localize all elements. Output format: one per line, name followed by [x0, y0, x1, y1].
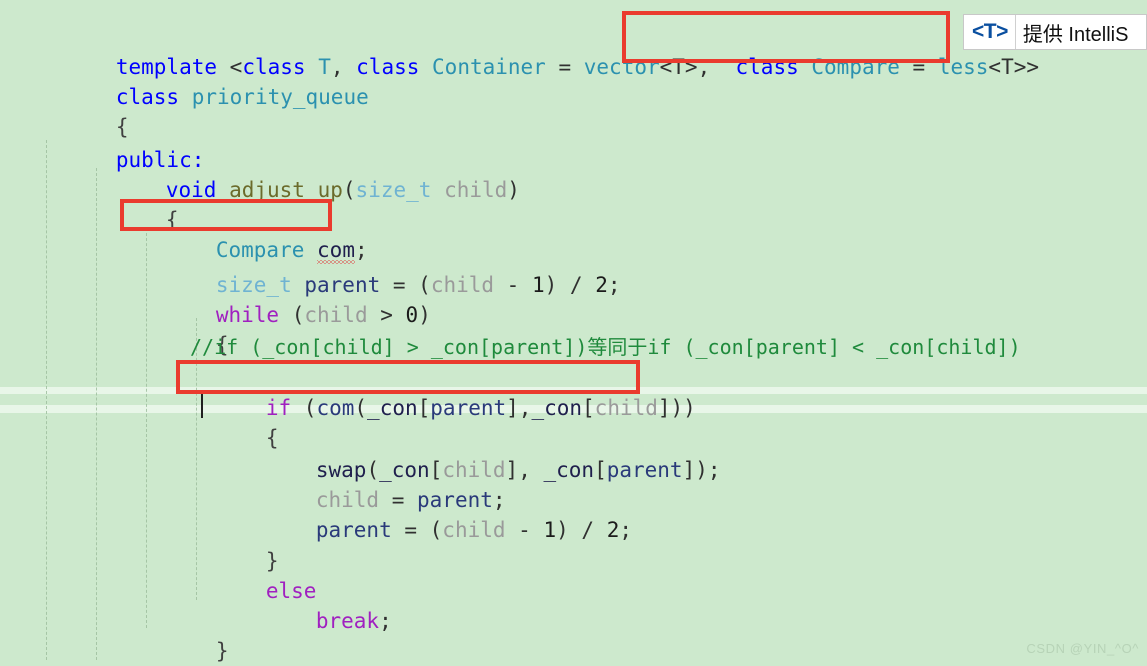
token-expr-20: -: [505, 518, 544, 542]
token-con-4: _con: [543, 458, 595, 482]
token-expr-11: [: [582, 396, 595, 420]
token-expr-3: ) /: [544, 273, 596, 297]
token-child-4: child: [594, 396, 658, 420]
token-space-8: [431, 178, 444, 202]
token-parent-3: parent: [606, 458, 683, 482]
token-break: break: [315, 609, 380, 633]
token-adjust-up: adjust_up: [229, 178, 343, 202]
token-num-3: 0: [405, 303, 419, 327]
token-less: less: [937, 55, 989, 79]
token-class-3: class: [735, 55, 799, 79]
token-compare-1: Compare: [811, 55, 900, 79]
code-line-19[interactable]: break;: [240, 576, 392, 666]
token-expr-7: (: [291, 396, 317, 420]
token-expr-8: (: [354, 396, 368, 420]
token-semi-2: ;: [607, 273, 621, 297]
code-line-11-comment: //if (_con[child] > _con[parent])等同于if (…: [190, 335, 1021, 359]
token-paren-close-1: ): [507, 178, 520, 202]
token-expr-19: = (: [391, 518, 443, 542]
token-paren-open-1: (: [342, 178, 356, 202]
token-expr-17: ]): [682, 458, 708, 482]
token-container: Container: [432, 55, 546, 79]
token-expr-2: -: [494, 273, 532, 297]
token-eq-2: =: [899, 55, 938, 79]
token-semi-6: ;: [379, 609, 392, 633]
token-expr-21: ) /: [556, 518, 607, 542]
token-less-T: <T>>: [988, 55, 1039, 79]
token-expr-4: (: [279, 303, 305, 327]
token-vector: vector: [583, 55, 660, 79]
token-parent-5: parent: [315, 518, 392, 542]
token-priority-queue: priority_queue: [191, 85, 369, 109]
token-vector-T: <T>: [659, 55, 698, 79]
token-space-4: [710, 55, 735, 79]
token-expr-6: ): [418, 303, 431, 327]
token-expr-10: ],: [506, 396, 532, 420]
token-num-5: 2: [606, 518, 620, 542]
token-expr-16: [: [594, 458, 607, 482]
token-space-6: [179, 85, 192, 109]
token-expr-5: >: [367, 303, 406, 327]
token-space-5: [799, 55, 812, 79]
token-parent-2: parent: [430, 396, 507, 420]
token-con-2: _con: [531, 396, 583, 420]
intellisense-tooltip: <T> 提供 IntelliS: [963, 14, 1147, 50]
token-semi-5: ;: [619, 518, 632, 542]
csdn-watermark: CSDN @YIN_^O^: [1026, 641, 1139, 656]
token-child-2: child: [430, 273, 495, 297]
code-editor-screenshot: template <class T, class Container = vec…: [0, 0, 1147, 666]
token-expr-15: ],: [505, 458, 544, 482]
token-expr-12: ])): [657, 396, 696, 420]
token-space-7: [216, 178, 229, 202]
token-brace-close-2: }: [215, 639, 229, 663]
token-child-3: child: [304, 303, 368, 327]
token-space-3: [419, 55, 432, 79]
code-text-area[interactable]: template <class T, class Container = vec…: [0, 0, 1147, 666]
text-caret: [201, 392, 203, 418]
token-semi-3: ;: [707, 458, 721, 482]
token-num-4: 1: [543, 518, 557, 542]
code-line-21[interactable]: }: [90, 636, 179, 666]
token-child-1: child: [444, 178, 508, 202]
token-size-t-1: size_t: [355, 178, 432, 202]
token-num-1: 1: [531, 273, 545, 297]
token-num-2: 2: [595, 273, 608, 297]
token-child-7: child: [442, 518, 506, 542]
tooltip-token-label: <T>: [972, 20, 1008, 43]
tooltip-description-label: 提供 IntelliS: [1022, 23, 1129, 46]
token-expr-9: [: [417, 396, 431, 420]
token-comma-2: ,: [697, 55, 711, 79]
token-com-call: com: [316, 396, 355, 420]
token-con-1: _con: [367, 396, 418, 420]
token-eq-1: =: [545, 55, 584, 79]
